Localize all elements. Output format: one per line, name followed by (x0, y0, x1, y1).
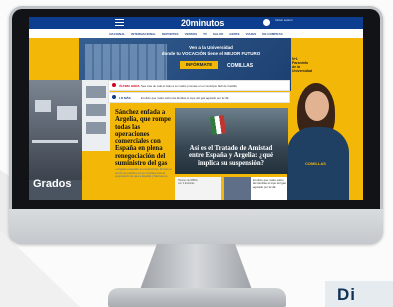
alert-text: Sea más de cuál el Gran a su madre prome… (141, 83, 237, 88)
alert-text: El oficio que matió sobre las familias e… (141, 95, 229, 100)
breaking-news-alert[interactable]: ÚLTIMA HORA Sea más de cuál el Gran a su… (108, 80, 290, 91)
news-thumbnail-image[interactable] (224, 177, 251, 200)
ad-tag: Nº1 Paraninfo de la Universidad (292, 57, 313, 73)
alert-label: LO MÁS (119, 95, 131, 100)
user-icon[interactable] (263, 19, 270, 26)
news-card[interactable]: Hoteles del BBVA con 3 Estrellas (175, 177, 221, 200)
monitor-chin (9, 209, 383, 244)
nav-item-versos[interactable]: VERSOS (185, 32, 198, 36)
browser-screen: 20minutos Iniciar sesión NACIONAL INTERN… (29, 17, 363, 200)
alert-label: ÚLTIMA HORA (119, 83, 140, 88)
nav-item-viajes[interactable]: VIAJES (246, 32, 257, 36)
ad-info-button[interactable]: INFÓRMATE (180, 61, 218, 69)
ad-title-line1: Ven a la Universidad (189, 45, 233, 50)
ad-grados-text: Grados (33, 178, 72, 190)
headline-summary[interactable]: » Argelia suspende su compromiso. El Gas… (115, 167, 173, 179)
ad-office-image (29, 80, 82, 180)
nav-item-nacional[interactable]: NACIONAL (109, 32, 125, 36)
nav-item-internacional[interactable]: INTERNACIONAL (131, 32, 156, 36)
nav-item-compras[interactable]: DE COMPRAS (262, 32, 282, 36)
corner-badge: Di (325, 281, 393, 307)
corner-badge-text: Di (337, 285, 356, 304)
site-header: 20minutos Iniciar sesión (29, 17, 363, 29)
ad-title-line2: donde tu VOCACIÓN tiene el MEJOR FUTURO (161, 50, 261, 56)
ad-model-image: COMILLAS (287, 77, 349, 200)
alert-dot-icon (112, 95, 116, 99)
monitor-base (108, 288, 286, 307)
main-headline[interactable]: Sánchez enfada a Argelia, que rompe toda… (115, 109, 175, 167)
hamburger-menu-icon[interactable] (115, 19, 124, 26)
ad-building-image (85, 44, 167, 84)
top-news-alert[interactable]: LO MÁS El oficio que matió sobre las fam… (108, 92, 290, 103)
alert-dot-icon (112, 83, 116, 87)
login-link[interactable]: Iniciar sesión (275, 18, 293, 23)
news-card-text: El oficio que matió sobre las familias e… (253, 178, 286, 189)
news-card-text: Hoteles del BBVA con 3 Estrellas (178, 179, 198, 185)
nav-item-tv[interactable]: TV (203, 32, 207, 36)
ad-brand: COMILLAS (227, 63, 254, 69)
nav-item-salud[interactable]: SALUD (213, 32, 223, 36)
shirt-logo: COMILLAS (305, 161, 326, 166)
nav-item-deportes[interactable]: DEPORTES (162, 32, 179, 36)
news-card[interactable]: El oficio que matió sobre las familias e… (251, 177, 287, 200)
nav-item-gente[interactable]: GENTE (229, 32, 239, 36)
ad-left-panel[interactable]: Grados (29, 80, 82, 200)
side-thumbnails (82, 80, 110, 151)
feature-headline[interactable]: Así es el Tratado de Amistad entre Españ… (183, 145, 279, 167)
ad-title: Ven a la Universidad donde tu VOCACIÓN t… (161, 45, 261, 56)
algeria-flag-icon (209, 115, 227, 135)
ad-right-rail[interactable] (349, 77, 363, 200)
site-logo[interactable]: 20minutos (181, 18, 224, 28)
